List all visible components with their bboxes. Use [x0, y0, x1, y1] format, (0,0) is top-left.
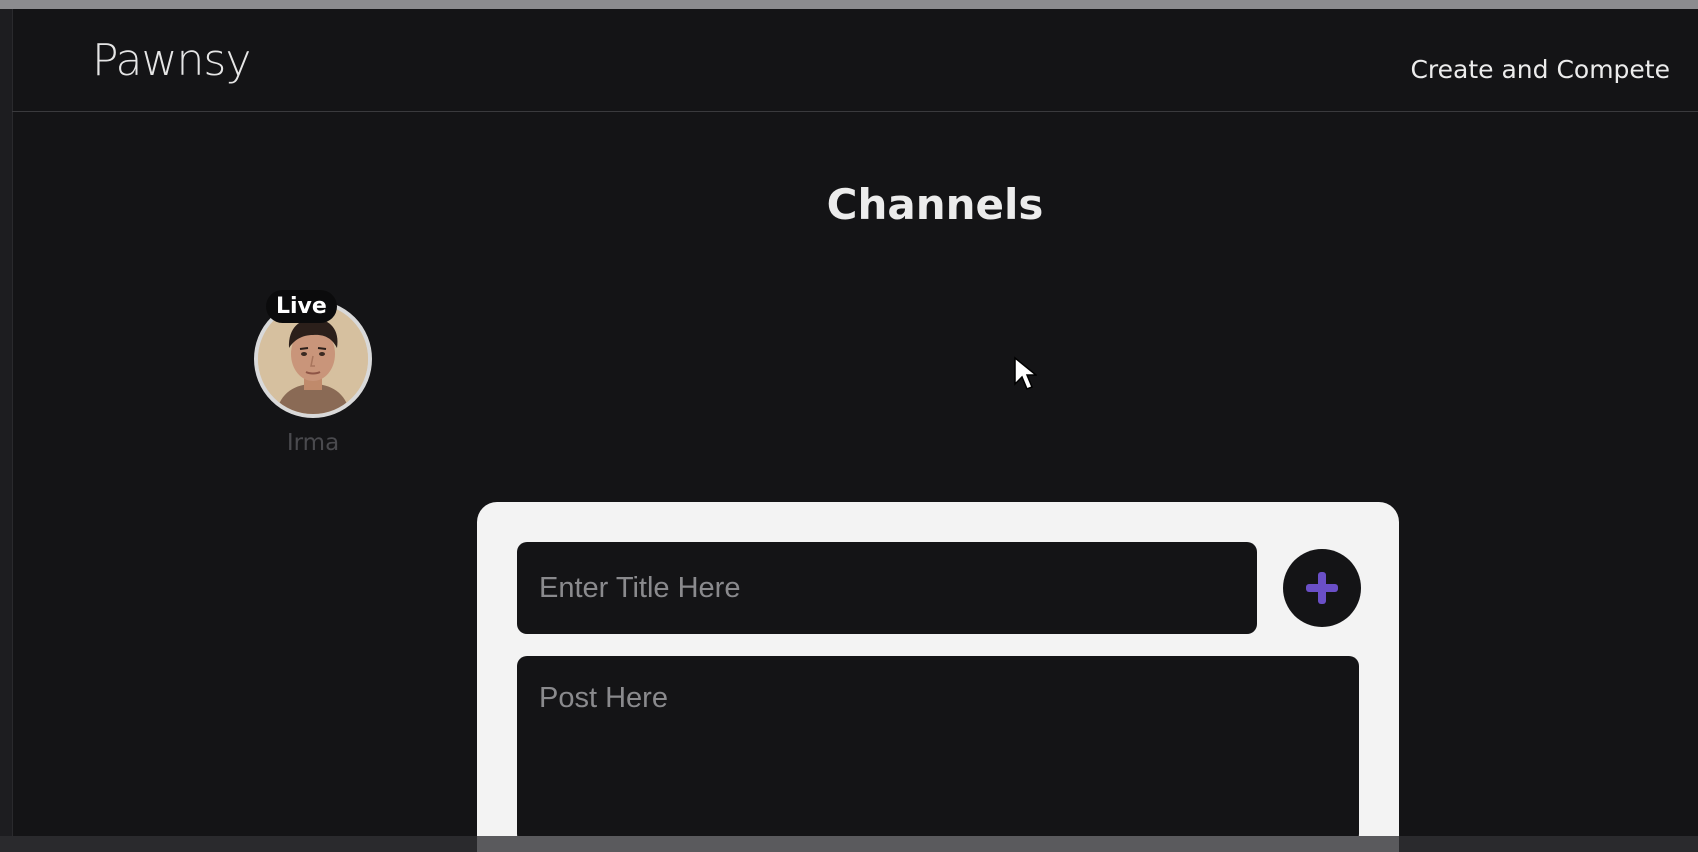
page-title: Channels: [826, 180, 1044, 229]
page: Pawnsy Create and Compete Channels Live …: [0, 0, 1698, 852]
add-post-button[interactable]: [1283, 549, 1361, 627]
post-composer: [477, 502, 1399, 852]
title-input[interactable]: [517, 542, 1257, 634]
channel-name: Irma: [286, 430, 340, 456]
bottom-scroll-thumb[interactable]: [477, 836, 1399, 852]
window-top-strip: [0, 0, 1698, 9]
site-header: Pawnsy Create and Compete: [12, 9, 1698, 112]
post-textarea[interactable]: [517, 656, 1359, 844]
plus-icon: [1306, 572, 1338, 604]
mouse-cursor-icon: [1014, 356, 1037, 390]
window-left-edge: [0, 9, 13, 852]
brand-logo[interactable]: Pawnsy: [92, 35, 251, 86]
live-badge: Live: [266, 290, 337, 323]
create-and-compete-link[interactable]: Create and Compete: [1410, 55, 1670, 84]
